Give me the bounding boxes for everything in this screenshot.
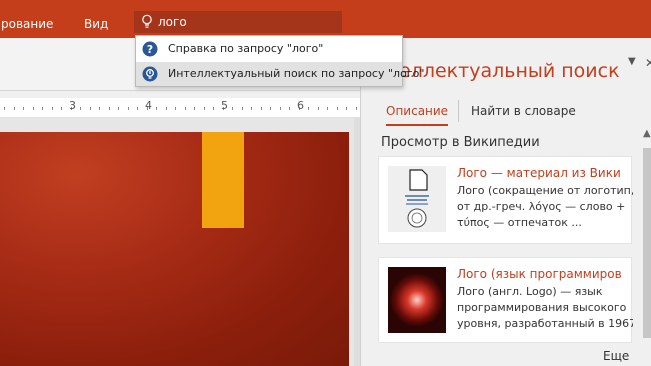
- ruler-tick: [251, 107, 252, 110]
- dropdown-item-smart-lookup[interactable]: Интеллектуальный поиск по запросу "лого": [136, 62, 424, 86]
- tab-review[interactable]: рование: [1, 17, 53, 31]
- result-snippet: Лого (англ. Logo) — язык программировани…: [457, 284, 633, 332]
- ribbon-tab-bar: рование Вид: [0, 0, 651, 38]
- ruler-tick: [118, 107, 119, 110]
- result-card[interactable]: Лого — материал из Вики Лого (сокращение…: [378, 156, 633, 244]
- ruler-number: 4: [145, 99, 152, 112]
- ruler-number: 3: [69, 99, 76, 112]
- ruler-tick: [80, 107, 81, 110]
- ruler-tick: [280, 107, 281, 110]
- ruler-tick: [128, 107, 129, 110]
- result-snippet-line: от др.-греч. λόγος — слово +: [457, 200, 626, 213]
- dropdown-item-label: Справка по запросу "лого": [168, 42, 324, 55]
- tell-me-dropdown: ? Справка по запросу "лого" Интеллектуал…: [135, 35, 424, 87]
- result-title[interactable]: Лого (язык программиров: [457, 267, 633, 281]
- smart-lookup-pane: еллектуальный поиск ▼ ✕ Описание Найти в…: [360, 38, 651, 366]
- lightbulb-icon: [142, 14, 152, 28]
- ruler-tick: [52, 107, 53, 110]
- ruler-tick: [194, 107, 195, 110]
- slide-editor: [0, 118, 360, 366]
- fractal-thumbnail-image: [388, 267, 446, 333]
- tell-me-box[interactable]: [134, 11, 342, 33]
- result-title[interactable]: Лого — материал из Вики: [457, 166, 633, 180]
- result-card[interactable]: Лого (язык программиров Лого (англ. Logo…: [378, 257, 633, 343]
- ruler-tick: [42, 107, 43, 110]
- result-snippet-line: Лого (англ. Logo) — язык: [457, 285, 603, 298]
- ruler-tick: [356, 107, 357, 110]
- ruler-tick: [270, 107, 271, 110]
- ruler-tick: [261, 107, 262, 110]
- ruler-tick: [204, 107, 205, 110]
- ruler-tick: [23, 107, 24, 110]
- close-icon[interactable]: ✕: [645, 56, 651, 70]
- svg-text:?: ?: [147, 43, 153, 56]
- horizontal-ruler: 3 4 5 6: [0, 98, 360, 118]
- dropdown-item-label: Интеллектуальный поиск по запросу "лого": [168, 67, 425, 80]
- ruler-tick: [308, 107, 309, 110]
- ruler-number: 6: [297, 99, 304, 112]
- ruler-tick: [337, 107, 338, 110]
- ruler-tick: [242, 107, 243, 110]
- tab-description[interactable]: Описание: [386, 104, 449, 126]
- help-icon: ?: [142, 41, 158, 57]
- result-snippet-line: Лого (сокращение от логотип,: [457, 184, 633, 197]
- ruler-tick: [232, 107, 233, 110]
- tab-divider: [458, 100, 459, 122]
- result-snippet-line: уровня, разработанный в 1967: [457, 317, 633, 330]
- ruler-tick: [346, 107, 347, 110]
- ruler-tick: [90, 107, 91, 110]
- ruler-tick: [185, 107, 186, 110]
- smart-lookup-icon: [142, 66, 158, 82]
- pane-scrollbar[interactable]: ▲: [642, 126, 651, 366]
- slide-shape-rectangle[interactable]: [202, 132, 244, 228]
- ruler-tick: [327, 107, 328, 110]
- ruler-tick: [213, 107, 214, 110]
- ruler-number: 5: [221, 99, 228, 112]
- scrollbar-thumb[interactable]: [643, 148, 651, 338]
- pane-title: еллектуальный поиск: [399, 60, 620, 82]
- ruler-tick: [14, 107, 15, 110]
- ruler-tick: [289, 107, 290, 110]
- more-link[interactable]: Еще: [603, 349, 629, 363]
- result-snippet-line: τύπος — отпечаток ...: [457, 216, 582, 229]
- ruler-tick: [4, 107, 5, 110]
- result-snippet: Лого (сокращение от логотип, от др.-греч…: [457, 183, 633, 231]
- ruler-tick: [33, 107, 34, 110]
- tab-view[interactable]: Вид: [84, 17, 108, 31]
- document-thumbnail-icon: [388, 166, 446, 232]
- tab-dictionary[interactable]: Найти в словаре: [471, 104, 576, 118]
- ruler-tick: [175, 107, 176, 110]
- slide[interactable]: [0, 132, 349, 366]
- ruler-tick: [137, 107, 138, 110]
- pane-options-icon[interactable]: ▼: [628, 56, 636, 67]
- result-snippet-line: программирования высокого: [457, 301, 627, 314]
- ruler-tick: [99, 107, 100, 110]
- dropdown-item-help[interactable]: ? Справка по запросу "лого": [136, 37, 402, 61]
- scroll-up-icon[interactable]: ▲: [643, 128, 651, 139]
- ruler-tick: [166, 107, 167, 110]
- ruler-tick: [156, 107, 157, 110]
- ruler-tick: [109, 107, 110, 110]
- tell-me-input[interactable]: [158, 14, 336, 30]
- ruler-tick: [61, 107, 62, 110]
- ruler-tick: [318, 107, 319, 110]
- wikipedia-section-heading: Просмотр в Википедии: [381, 135, 540, 150]
